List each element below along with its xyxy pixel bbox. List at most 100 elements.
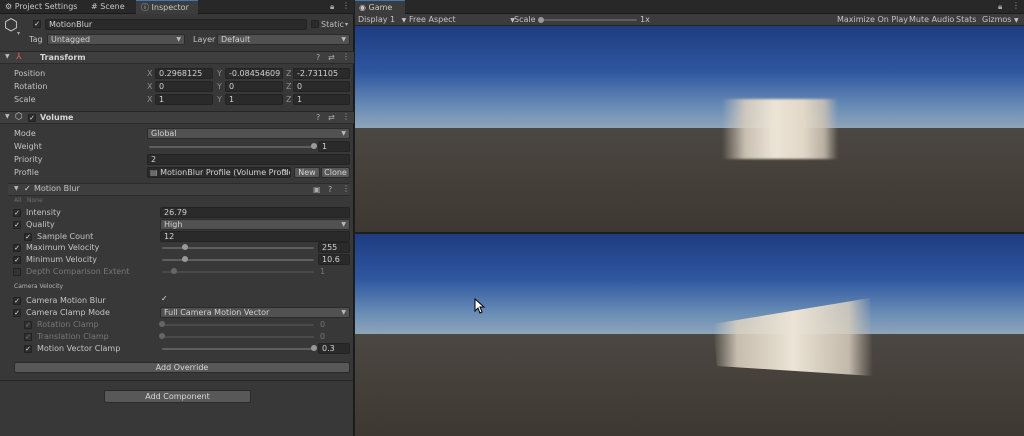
- kebab-menu-icon[interactable]: ⋮: [342, 52, 350, 61]
- priority-field[interactable]: 2: [147, 154, 350, 165]
- lock-icon[interactable]: 🔒︎: [998, 2, 1002, 12]
- help-icon[interactable]: ?: [316, 53, 320, 62]
- translation-clamp-slider-track[interactable]: [162, 336, 314, 338]
- rotation-clamp-slider-handle[interactable]: [159, 321, 165, 327]
- priority-label: Priority: [14, 155, 43, 164]
- camera-clamp-mode-label: Camera Clamp Mode: [26, 308, 110, 317]
- gizmos-dropdown[interactable]: Gizmos ▼: [982, 14, 1019, 26]
- add-override-button[interactable]: Add Override: [14, 362, 350, 373]
- tag-dropdown[interactable]: Untagged ▼: [47, 34, 185, 45]
- transform-header[interactable]: ▼ ⅄ Transform ? ⇄ ⋮: [0, 51, 354, 64]
- rotation-x-field[interactable]: 0: [155, 81, 213, 92]
- override-enabled-icon[interactable]: ✓: [24, 184, 31, 193]
- max-velocity-override-checkbox[interactable]: ✓: [13, 244, 21, 252]
- new-profile-button[interactable]: New: [294, 167, 320, 178]
- weight-slider-track[interactable]: [149, 146, 314, 148]
- position-x-field[interactable]: 0.2968125: [155, 68, 213, 79]
- clamp-mode-override-checkbox[interactable]: ✓: [13, 309, 21, 317]
- foldout-arrow-icon[interactable]: ▼: [5, 113, 10, 120]
- static-checkbox[interactable]: [311, 20, 319, 28]
- tab-inspector[interactable]: ⓘ Inspector: [136, 0, 198, 14]
- object-name-field[interactable]: MotionBlur: [45, 19, 307, 30]
- rotation-clamp-override-checkbox[interactable]: ✓: [24, 321, 32, 329]
- max-velocity-slider-handle[interactable]: [181, 244, 188, 250]
- stats-toggle[interactable]: Stats: [956, 14, 976, 26]
- kebab-menu-icon[interactable]: ⋮: [1012, 1, 1020, 10]
- rotation-y-field[interactable]: 0: [225, 81, 283, 92]
- camera-clamp-mode-dropdown[interactable]: Full Camera Motion Vector ▼: [160, 307, 350, 318]
- kebab-menu-icon[interactable]: ⋮: [342, 112, 350, 121]
- scale-slider-track[interactable]: [539, 19, 637, 21]
- motion-vector-clamp-field[interactable]: 0.3: [318, 343, 350, 354]
- profile-object-field[interactable]: ▤ MotionBlur Profile (Volume Profile) ⊙: [147, 167, 291, 178]
- clone-profile-button[interactable]: Clone: [321, 167, 350, 178]
- add-component-button[interactable]: Add Component: [104, 390, 251, 403]
- aspect-dropdown[interactable]: Free Aspect ▼: [409, 14, 515, 26]
- rotation-clamp-label: Rotation Clamp: [37, 320, 99, 329]
- motion-vector-clamp-override-checkbox[interactable]: ✓: [24, 345, 32, 353]
- camera-blur-override-checkbox[interactable]: ✓: [13, 297, 21, 305]
- depth-slider-track[interactable]: [162, 271, 314, 273]
- tab-scene[interactable]: # Scene: [86, 0, 136, 14]
- mode-dropdown[interactable]: Global ▼: [147, 128, 350, 139]
- motion-vector-clamp-slider-handle[interactable]: [311, 345, 317, 351]
- foldout-arrow-icon[interactable]: ▼: [5, 53, 10, 60]
- axis-x-label: X: [147, 82, 153, 91]
- intensity-field[interactable]: 26.79: [160, 207, 350, 218]
- icon-dropdown-arrow[interactable]: ▾: [17, 30, 20, 37]
- mute-audio-toggle[interactable]: Mute Audio: [909, 14, 954, 26]
- rotation-clamp-slider-track[interactable]: [162, 324, 314, 326]
- quality-override-checkbox[interactable]: ✓: [13, 221, 21, 229]
- max-velocity-label: Maximum Velocity: [26, 243, 100, 252]
- display-dropdown[interactable]: Display 1 ▼: [358, 14, 406, 26]
- foldout-arrow-icon[interactable]: ▼: [14, 185, 19, 192]
- game-viewport-bottom[interactable]: [355, 234, 1024, 436]
- translation-clamp-slider-handle[interactable]: [159, 333, 165, 339]
- min-velocity-override-checkbox[interactable]: ✓: [13, 256, 21, 264]
- tab-project-settings[interactable]: ⚙ Project Settings: [0, 0, 86, 14]
- motion-vector-clamp-slider-track[interactable]: [162, 348, 314, 350]
- help-icon[interactable]: ?: [328, 185, 332, 194]
- preset-icon[interactable]: ⇄: [328, 53, 335, 62]
- debug-icon[interactable]: ▣: [313, 185, 321, 194]
- depth-override-checkbox[interactable]: [13, 268, 21, 276]
- kebab-menu-icon[interactable]: ⋮: [342, 184, 350, 193]
- rotation-clamp-value: 0: [320, 320, 326, 329]
- quality-dropdown[interactable]: High ▼: [160, 219, 350, 230]
- static-dropdown-arrow[interactable]: ▾: [345, 21, 350, 28]
- maximize-on-play-toggle[interactable]: Maximize On Play: [837, 14, 908, 26]
- intensity-override-checkbox[interactable]: ✓: [13, 209, 21, 217]
- kebab-menu-icon[interactable]: ⋮: [342, 1, 350, 10]
- weight-slider-handle[interactable]: [311, 143, 317, 149]
- position-z-field[interactable]: -2.731105: [293, 68, 350, 79]
- weight-field[interactable]: 1: [318, 141, 350, 152]
- volume-header[interactable]: ▼ ⬡ ✓ Volume ? ⇄ ⋮: [0, 111, 354, 124]
- all-toggle[interactable]: All: [14, 195, 21, 206]
- camera-motion-blur-label: Camera Motion Blur: [26, 296, 106, 305]
- volume-enabled-checkbox[interactable]: ✓: [28, 114, 36, 122]
- motion-blur-header[interactable]: ▼ ✓ Motion Blur ▣ ? ⋮: [8, 183, 350, 196]
- max-velocity-field[interactable]: 255: [318, 242, 350, 253]
- lock-icon[interactable]: 🔒︎: [330, 2, 334, 12]
- camera-motion-blur-toggle[interactable]: ✓: [161, 294, 168, 303]
- translation-clamp-override-checkbox[interactable]: ✓: [24, 333, 32, 341]
- preset-icon[interactable]: ⇄: [328, 113, 335, 122]
- position-y-field[interactable]: -0.08454609: [225, 68, 283, 79]
- object-picker-icon[interactable]: ⊙: [281, 168, 288, 177]
- sample-count-override-checkbox[interactable]: ✓: [24, 233, 32, 241]
- game-viewport-top[interactable]: [355, 26, 1024, 232]
- scale-z-field[interactable]: 1: [293, 94, 350, 105]
- rotation-z-field[interactable]: 0: [293, 81, 350, 92]
- scale-y-field[interactable]: 1: [225, 94, 283, 105]
- depth-slider-handle[interactable]: [171, 268, 178, 274]
- sample-count-field[interactable]: 12: [160, 231, 350, 242]
- layer-dropdown[interactable]: Default ▼: [217, 34, 350, 45]
- scale-slider-handle[interactable]: [538, 17, 544, 23]
- tab-game[interactable]: ◉ Game: [355, 0, 405, 14]
- active-checkbox[interactable]: ✓: [33, 20, 41, 28]
- none-toggle[interactable]: None: [27, 195, 43, 206]
- min-velocity-slider-handle[interactable]: [181, 256, 188, 262]
- help-icon[interactable]: ?: [316, 113, 320, 122]
- scale-x-field[interactable]: 1: [155, 94, 213, 105]
- min-velocity-field[interactable]: 10.6: [318, 254, 350, 265]
